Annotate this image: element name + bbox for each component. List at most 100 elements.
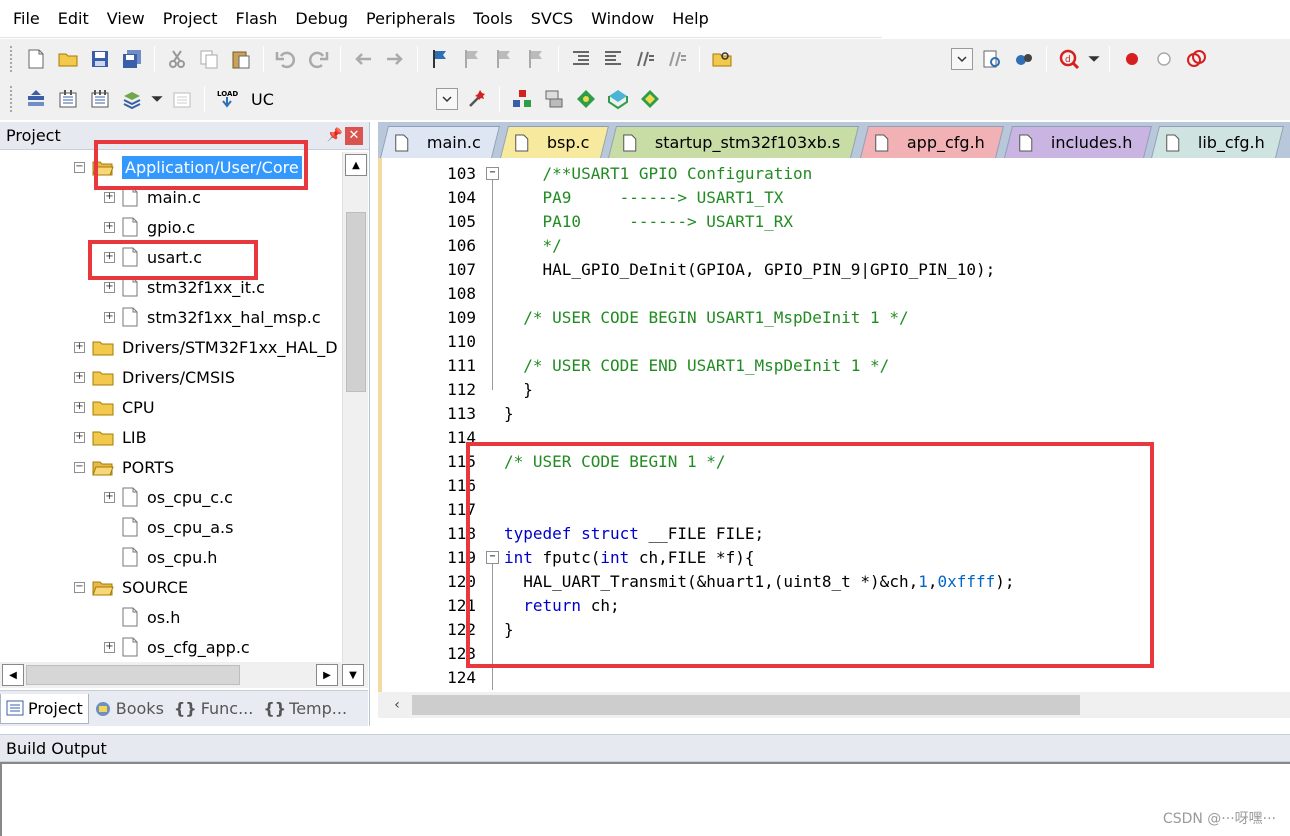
tree-folder-item[interactable]: + CPU (74, 392, 155, 422)
scroll-thumb[interactable] (346, 212, 366, 392)
copy-icon[interactable] (195, 45, 223, 73)
code-line[interactable]: 121 return ch; (382, 594, 1290, 618)
tree-file-item[interactable]: + gpio.c (104, 212, 195, 242)
scroll-menu-arrow-icon[interactable]: ▼ (342, 664, 364, 686)
collapse-icon[interactable]: − (74, 161, 85, 173)
editor-tab[interactable]: main.c (380, 126, 500, 158)
tree-file-item[interactable]: + usart.c (104, 242, 202, 272)
tree-file-item[interactable]: + main.c (104, 182, 201, 212)
toolbar-grip[interactable] (10, 45, 14, 72)
code-line[interactable]: 118 typedef struct __FILE FILE; (382, 522, 1290, 546)
download-load-icon[interactable]: LOAD (213, 85, 241, 113)
menu-window[interactable]: Window (582, 0, 663, 38)
fold-collapse-icon[interactable]: − (486, 551, 499, 564)
batch-build-icon[interactable] (118, 85, 146, 113)
code-line[interactable]: 105 PA10 ------> USART1_RX (382, 210, 1290, 234)
next-bookmark-icon[interactable] (490, 45, 518, 73)
expand-icon[interactable]: + (104, 221, 115, 233)
tree-folder-item[interactable]: − PORTS (74, 452, 174, 482)
menu-view[interactable]: View (98, 0, 154, 38)
expand-icon[interactable]: + (74, 371, 85, 383)
editor-tab[interactable]: startup_stm32f103xb.s (608, 126, 860, 158)
code-line[interactable]: 104 PA9 ------> USART1_TX (382, 186, 1290, 210)
code-editor[interactable]: 103− /**USART1 GPIO Configuration 104 PA9… (378, 158, 1290, 692)
batch-dropdown-icon[interactable] (150, 85, 164, 113)
tab-templates[interactable]: {} Temp... (258, 694, 352, 724)
scroll-thumb[interactable] (26, 665, 240, 685)
tree-folder-item[interactable]: − Application/User/Core (74, 152, 302, 182)
menu-svcs[interactable]: SVCS (522, 0, 582, 38)
options-for-target-icon[interactable] (463, 85, 491, 113)
tree-file-item[interactable]: os_cpu.h (104, 542, 217, 572)
prev-bookmark-icon[interactable] (458, 45, 486, 73)
tab-books[interactable]: Books (89, 694, 169, 724)
editor-tab[interactable]: lib_cfg.h (1151, 126, 1285, 158)
tree-folder-item[interactable]: + Drivers/CMSIS (74, 362, 235, 392)
code-line[interactable]: 114 (382, 426, 1290, 450)
scroll-up-arrow-icon[interactable]: ▲ (345, 154, 367, 176)
code-line[interactable]: 120 HAL_UART_Transmit(&huart1,(uint8_t *… (382, 570, 1290, 594)
code-line[interactable]: 112 } (382, 378, 1290, 402)
menu-debug[interactable]: Debug (286, 0, 357, 38)
run-time-environment-icon[interactable] (636, 85, 664, 113)
expand-icon[interactable]: + (104, 491, 115, 503)
incremental-find-icon[interactable] (1010, 45, 1038, 73)
code-line[interactable]: 122} (382, 618, 1290, 642)
build-output-panel[interactable]: CSDN @···呀嘿··· (0, 762, 1290, 836)
find-in-files-icon[interactable] (708, 45, 736, 73)
menu-help[interactable]: Help (663, 0, 717, 38)
code-line[interactable]: 119− int fputc(int ch,FILE *f){ (382, 546, 1290, 570)
expand-icon[interactable]: + (74, 401, 85, 413)
expand-icon[interactable]: + (104, 281, 115, 293)
editor-horizontal-scrollbar[interactable]: ‹ (378, 692, 1290, 718)
paste-icon[interactable] (227, 45, 255, 73)
code-line[interactable]: 108 (382, 282, 1290, 306)
manage-project-items-icon[interactable] (508, 85, 536, 113)
toolbar-grip[interactable] (10, 86, 14, 112)
tree-file-item[interactable]: os.h (104, 602, 180, 632)
open-folder-icon[interactable] (54, 45, 82, 73)
cut-icon[interactable] (163, 45, 191, 73)
menu-peripherals[interactable]: Peripherals (357, 0, 464, 38)
editor-tab[interactable]: app_cfg.h (859, 126, 1004, 158)
comment-icon[interactable] (631, 45, 659, 73)
project-vertical-scrollbar[interactable]: ▲ (342, 152, 368, 662)
tab-functions[interactable]: {} Func... (169, 694, 258, 724)
expand-icon[interactable]: + (104, 251, 115, 263)
project-horizontal-scrollbar[interactable]: ◀ ▶ ▼ (0, 662, 368, 688)
save-all-icon[interactable] (118, 45, 146, 73)
tree-folder-item[interactable]: − SOURCE (74, 572, 188, 602)
tab-project[interactable]: Project (0, 693, 89, 724)
file-extensions-icon[interactable] (540, 85, 568, 113)
tree-file-item[interactable]: + os_cpu_c.c (104, 482, 233, 512)
tree-folder-item[interactable]: + LIB (74, 422, 147, 452)
tree-file-item[interactable]: + os_cfg_app.c (104, 632, 250, 662)
scroll-left-arrow-icon[interactable]: ‹ (386, 694, 408, 716)
find-combo-dropdown[interactable] (951, 47, 973, 70)
code-line[interactable]: 123 (382, 642, 1290, 666)
tree-folder-item[interactable]: + Drivers/STM32F1xx_HAL_D (74, 332, 338, 362)
code-line[interactable]: 113} (382, 402, 1290, 426)
expand-icon[interactable]: + (74, 431, 85, 443)
uncomment-icon[interactable] (663, 45, 691, 73)
code-line[interactable]: 111 /* USER CODE END USART1_MspDeInit 1 … (382, 354, 1290, 378)
expand-icon[interactable]: + (104, 311, 115, 323)
code-line[interactable]: 117 (382, 498, 1290, 522)
navigate-forward-icon[interactable] (381, 45, 409, 73)
tree-file-item[interactable]: + stm32f1xx_hal_msp.c (104, 302, 321, 332)
menu-tools[interactable]: Tools (464, 0, 521, 38)
new-file-icon[interactable] (22, 45, 50, 73)
code-line[interactable]: 103− /**USART1 GPIO Configuration (382, 162, 1290, 186)
debug-dropdown-icon[interactable] (1087, 45, 1101, 73)
find-icon[interactable] (978, 45, 1006, 73)
menu-edit[interactable]: Edit (49, 0, 98, 38)
enable-breakpoint-icon[interactable] (1150, 45, 1178, 73)
expand-icon[interactable]: + (104, 191, 115, 203)
clear-bookmarks-icon[interactable] (522, 45, 550, 73)
unindent-icon[interactable] (599, 45, 627, 73)
editor-tab[interactable]: bsp.c (499, 126, 609, 158)
debug-session-icon[interactable]: d (1055, 45, 1083, 73)
code-line[interactable]: 124 (382, 666, 1290, 690)
insert-breakpoint-icon[interactable] (1118, 45, 1146, 73)
scroll-left-arrow-icon[interactable]: ◀ (2, 664, 24, 686)
